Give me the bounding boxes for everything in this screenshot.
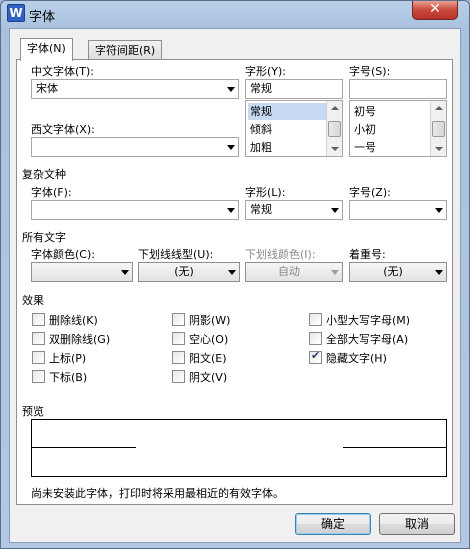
emboss-checkbox[interactable] [172,351,185,364]
chinese-font-value: 宋体 [36,82,58,95]
font-size-list[interactable]: 初号 小初 一号 [349,100,447,157]
emphasis-mark-value: (无) [383,265,403,278]
complex-script-section-label: 复杂文种 [22,168,66,181]
scroll-up-icon[interactable] [435,106,443,110]
double-strikethrough-label[interactable]: 双删除线(G) [49,331,110,347]
window-title: 字体 [29,10,56,25]
chevron-down-icon [121,270,129,275]
engrave-checkbox[interactable] [172,370,185,383]
underline-color-value: 自动 [278,265,300,278]
western-font-label: 西文字体(X): [31,123,95,136]
complex-style-label: 字形(L): [245,186,286,199]
chevron-down-icon [331,208,339,213]
chevron-down-icon [331,270,339,275]
outline-checkbox[interactable] [172,332,185,345]
section-divider [51,299,447,300]
underline-color-label: 下划线颜色(I): [245,248,316,261]
scroll-thumb[interactable] [432,121,445,137]
section-divider [51,410,447,411]
superscript-checkbox[interactable] [32,351,45,364]
preview-baseline-left [31,447,136,448]
strikethrough-label[interactable]: 删除线(K) [49,312,98,328]
list-item[interactable]: 倾斜 [248,121,326,138]
section-divider [77,236,447,237]
emboss-label[interactable]: 阳文(E) [189,350,227,366]
chinese-font-select[interactable]: 宋体 [31,79,239,99]
subscript-label[interactable]: 下标(B) [49,369,87,385]
underline-style-value: (无) [174,265,194,278]
shadow-label[interactable]: 阴影(W) [189,312,230,328]
scroll-down-icon[interactable] [331,147,339,151]
font-style-label: 字形(Y): [245,65,287,78]
complex-size-select[interactable] [349,200,447,220]
list-item[interactable]: 小初 [352,121,430,138]
vertical-scrollbar[interactable] [430,101,446,156]
effects-section-label: 效果 [22,294,44,307]
font-tab-panel: 中文字体(T): 宋体 西文字体(X): 字形(Y): 常规 常规 倾斜 加粗 [16,59,453,505]
chevron-down-icon [435,270,443,275]
ok-button[interactable]: 确定 [295,513,371,535]
all-text-section-label: 所有文字 [22,231,66,244]
chevron-down-icon [227,145,235,150]
underline-color-select: 自动 [245,262,343,282]
preview-section-label: 预览 [22,405,44,418]
scroll-down-icon[interactable] [435,147,443,151]
small-caps-checkbox[interactable] [309,313,322,326]
underline-style-label: 下划线线型(U): [138,248,214,261]
scroll-thumb[interactable] [328,121,341,137]
small-caps-label[interactable]: 小型大写字母(M) [326,312,410,328]
complex-style-value: 常规 [250,203,272,216]
complex-font-label: 字体(F): [31,186,72,199]
hidden-text-label[interactable]: 隐藏文字(H) [326,350,387,366]
complex-style-select[interactable]: 常规 [245,200,343,220]
shadow-checkbox[interactable] [172,313,185,326]
preview-baseline-right [343,447,447,448]
chevron-down-icon [435,208,443,213]
underline-style-select[interactable]: (无) [138,262,240,282]
all-caps-label[interactable]: 全部大写字母(A) [326,331,408,347]
outline-label[interactable]: 空心(O) [189,331,228,347]
list-item[interactable]: 常规 [248,103,326,120]
cancel-button[interactable]: 取消 [379,513,455,535]
list-item[interactable]: 一号 [352,139,430,156]
font-size-input[interactable] [349,79,447,99]
close-button[interactable]: ✕ [412,1,458,20]
font-color-label: 字体颜色(C): [31,248,95,261]
engrave-label[interactable]: 阴文(V) [189,369,227,385]
complex-font-select[interactable] [31,200,239,220]
preview-box [31,419,447,477]
strikethrough-checkbox[interactable] [32,313,45,326]
tab-character-spacing[interactable]: 字符间距(R) [88,40,163,60]
scroll-up-icon[interactable] [331,106,339,110]
superscript-label[interactable]: 上标(P) [49,350,86,366]
all-caps-checkbox[interactable] [309,332,322,345]
chinese-font-label: 中文字体(T): [31,65,95,78]
western-font-select[interactable] [31,137,239,157]
wps-logo-icon: W [7,4,25,22]
title-bar[interactable]: W 字体 ✕ [1,1,469,27]
complex-size-label: 字号(Z): [349,186,391,199]
emphasis-mark-select[interactable]: (无) [349,262,447,282]
font-style-list[interactable]: 常规 倾斜 加粗 [245,100,343,157]
double-strikethrough-checkbox[interactable] [32,332,45,345]
subscript-checkbox[interactable] [32,370,45,383]
chevron-down-icon [227,208,235,213]
dialog-client-area: 字体(N) 字符间距(R) 中文字体(T): 宋体 西文字体(X): 字形(Y)… [9,28,461,543]
vertical-scrollbar[interactable] [326,101,342,156]
hidden-text-checkbox[interactable] [309,349,322,364]
emphasis-mark-label: 着重号: [349,248,386,261]
font-style-input[interactable]: 常规 [245,79,343,99]
list-item[interactable]: 初号 [352,103,430,120]
chevron-down-icon [227,87,235,92]
font-not-installed-note: 尚未安装此字体，打印时将采用最相近的有效字体。 [31,487,284,500]
section-divider [77,173,447,174]
list-item[interactable]: 加粗 [248,139,326,156]
font-color-select[interactable] [31,262,133,282]
font-size-label: 字号(S): [349,65,391,78]
chevron-down-icon [228,270,236,275]
tab-font[interactable]: 字体(N) [20,38,73,61]
font-dialog-window: W 字体 ✕ 字体(N) 字符间距(R) 中文字体(T): 宋体 西文字体(X)… [0,0,470,549]
